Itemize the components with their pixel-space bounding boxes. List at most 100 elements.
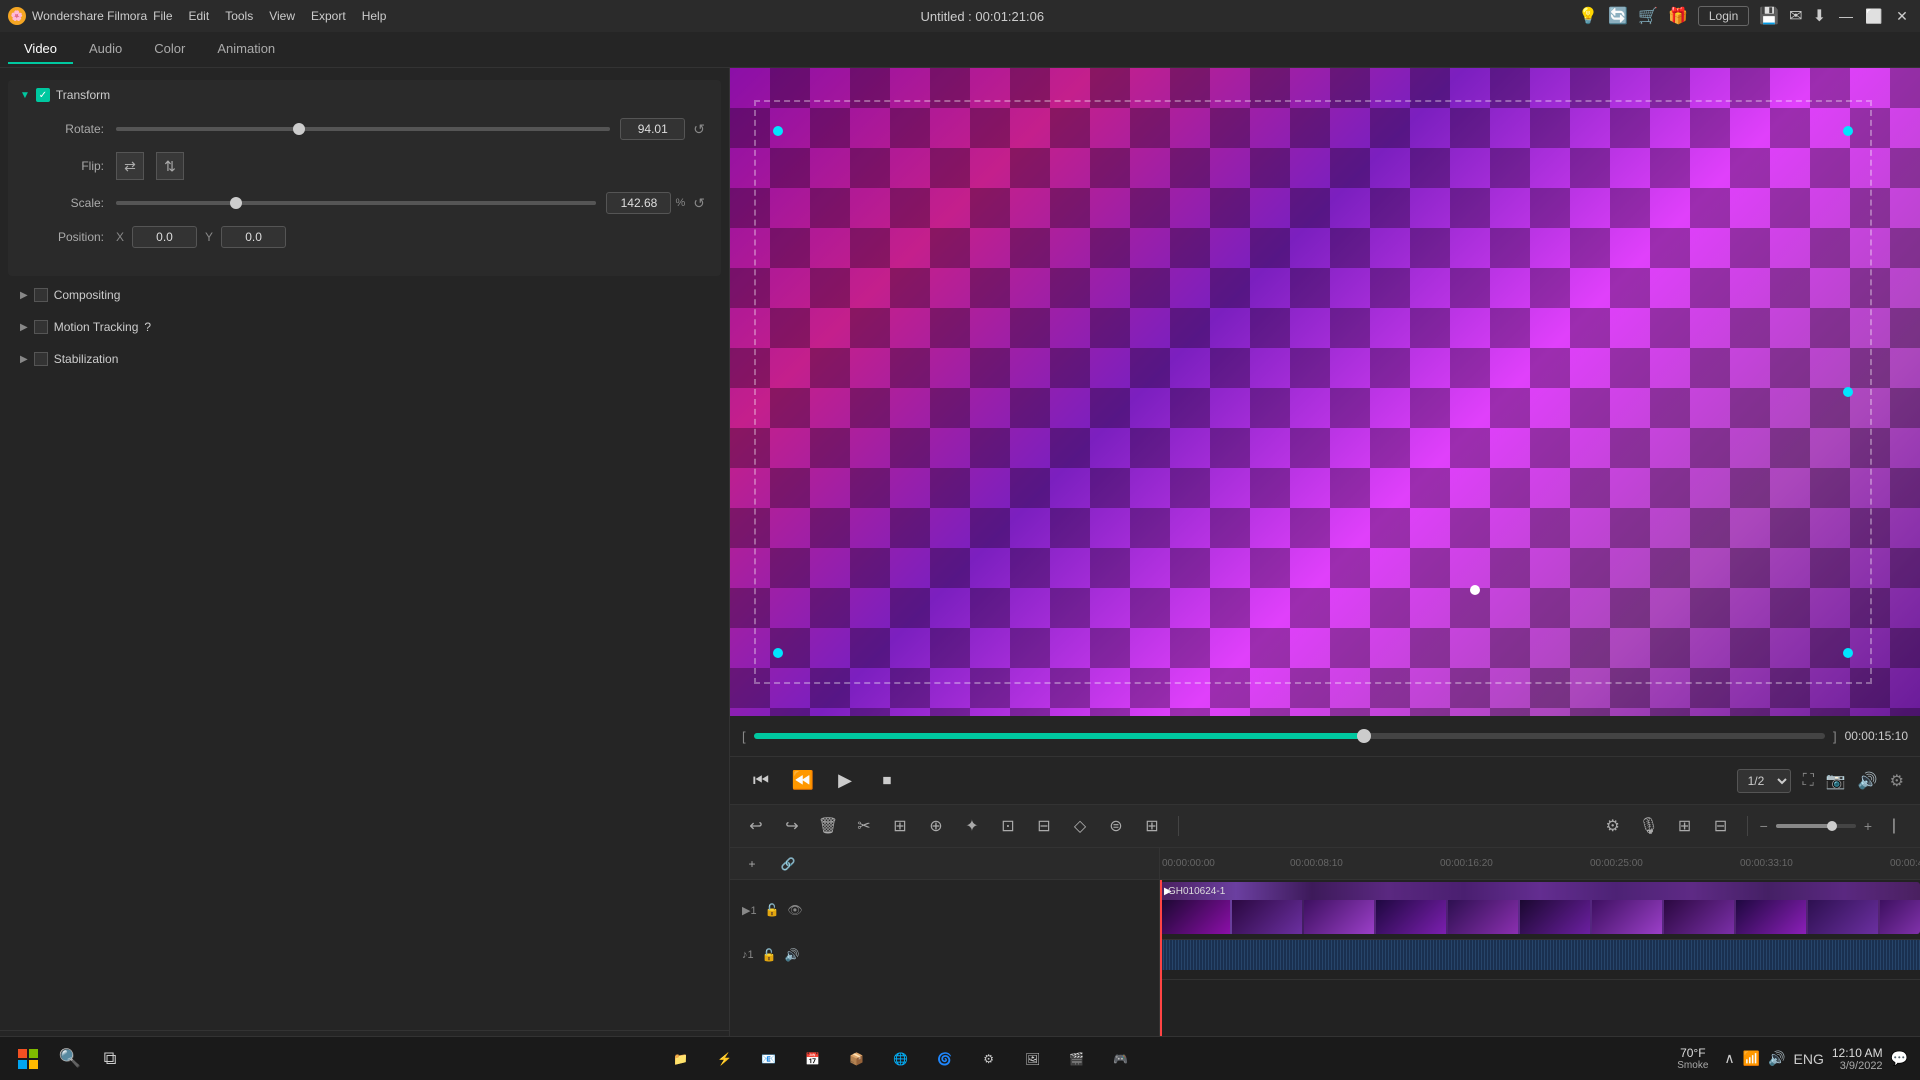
- delete-button[interactable]: 🗑: [814, 812, 842, 840]
- zoom-in-button[interactable]: ⊕: [922, 812, 950, 840]
- gift-icon[interactable]: 🎁: [1668, 6, 1688, 26]
- mixer-icon[interactable]: ⊞: [1671, 812, 1699, 840]
- audio-track-volume-icon[interactable]: 🔊: [785, 948, 800, 962]
- dropbox-app[interactable]: 📦: [837, 1039, 877, 1079]
- photos-app[interactable]: 🖼: [1013, 1039, 1053, 1079]
- progress-track[interactable]: [754, 733, 1825, 739]
- menu-help[interactable]: Help: [362, 9, 387, 23]
- edge-app[interactable]: ⚡: [705, 1039, 745, 1079]
- taskview-button[interactable]: ⧉: [92, 1041, 128, 1077]
- minimize-button[interactable]: —: [1836, 8, 1856, 25]
- start-button[interactable]: [8, 1039, 48, 1079]
- chevron-up-icon[interactable]: ∧: [1724, 1050, 1734, 1067]
- cut-button[interactable]: ✂: [850, 812, 878, 840]
- network-icon[interactable]: 📶: [1743, 1050, 1760, 1067]
- corner-handle-midright[interactable]: [1843, 387, 1853, 397]
- align-button[interactable]: ⊜: [1102, 812, 1130, 840]
- lang-indicator[interactable]: ENG: [1794, 1051, 1824, 1067]
- snapshot-icon[interactable]: 📷: [1826, 771, 1846, 791]
- notifications-icon[interactable]: 💬: [1891, 1050, 1908, 1067]
- menu-file[interactable]: File: [153, 9, 172, 23]
- settings-icon[interactable]: ⚙: [1890, 771, 1904, 791]
- effects-button[interactable]: ✦: [958, 812, 986, 840]
- corner-handle-bottomleft[interactable]: [773, 648, 783, 658]
- menu-export[interactable]: Export: [311, 9, 346, 23]
- scale-value[interactable]: [606, 192, 671, 214]
- step-back-button[interactable]: ⏮: [746, 766, 776, 796]
- mail-icon[interactable]: ✉: [1789, 6, 1802, 26]
- stabilization-header[interactable]: ▶ Stabilization: [8, 344, 721, 374]
- corner-handle-topleft[interactable]: [773, 126, 783, 136]
- menu-view[interactable]: View: [269, 9, 295, 23]
- download-icon[interactable]: ⬇: [1813, 6, 1826, 26]
- audio-track-lock-icon[interactable]: 🔓: [762, 948, 777, 962]
- rotate-slider[interactable]: [116, 127, 610, 131]
- motion-tracking-help-icon[interactable]: ?: [144, 320, 151, 334]
- weather-widget[interactable]: 70°F Smoke: [1677, 1046, 1708, 1071]
- audio-clip[interactable]: [1160, 940, 1920, 970]
- pos-y-input[interactable]: [221, 226, 286, 248]
- rotate-reset-icon[interactable]: ↺: [693, 121, 705, 138]
- filmora-app[interactable]: 🎬: [1057, 1039, 1097, 1079]
- volume-icon[interactable]: 🔊: [1858, 771, 1878, 791]
- video-track-lock-icon[interactable]: 🔓: [765, 903, 780, 917]
- crop-button[interactable]: ⊞: [886, 812, 914, 840]
- motion-tracking-checkbox[interactable]: [34, 320, 48, 334]
- menu-tools[interactable]: Tools: [225, 9, 253, 23]
- edge2-app[interactable]: 🌀: [925, 1039, 965, 1079]
- tab-audio[interactable]: Audio: [73, 35, 138, 64]
- video-track-visibility-icon[interactable]: 👁: [788, 903, 803, 917]
- flip-vertical-button[interactable]: ⇅: [156, 152, 184, 180]
- corner-handle-topright[interactable]: [1843, 126, 1853, 136]
- search-taskbar-button[interactable]: 🔍: [52, 1041, 88, 1077]
- video-clip[interactable]: ▶ GH010624-1: [1160, 882, 1920, 934]
- settings2-icon[interactable]: ⚙: [1599, 812, 1627, 840]
- volume-sys-icon[interactable]: 🔊: [1768, 1050, 1785, 1067]
- system-clock[interactable]: 12:10 AM 3/9/2022: [1832, 1046, 1883, 1072]
- audio-track-content[interactable]: [1160, 940, 1920, 979]
- bracket-right-icon[interactable]: ]: [1833, 729, 1837, 744]
- tab-color[interactable]: Color: [138, 35, 201, 64]
- corner-handle-bottomright[interactable]: [1843, 648, 1853, 658]
- compositing-header[interactable]: ▶ Compositing: [8, 280, 721, 310]
- explorer-app[interactable]: 📁: [661, 1039, 701, 1079]
- fullscreen-icon[interactable]: ⛶: [1803, 772, 1814, 790]
- scale-slider[interactable]: [116, 201, 596, 205]
- gamepass-app[interactable]: 🎮: [1101, 1039, 1141, 1079]
- audio-icon[interactable]: 🎙: [1635, 812, 1663, 840]
- bracket-left-icon[interactable]: [: [742, 729, 746, 744]
- play-button[interactable]: ▶: [830, 766, 860, 796]
- zoom-minus-icon[interactable]: −: [1760, 818, 1768, 834]
- rotate-value[interactable]: [620, 118, 685, 140]
- tab-video[interactable]: Video: [8, 35, 73, 64]
- zoom-plus-icon[interactable]: +: [1864, 818, 1872, 834]
- transform-checkbox[interactable]: ✓: [36, 88, 50, 102]
- marker-button[interactable]: ◇: [1066, 812, 1094, 840]
- settings-app[interactable]: ⚙: [969, 1039, 1009, 1079]
- quality-select[interactable]: 1/2 Full 1/4: [1737, 769, 1791, 793]
- lightbulb-icon[interactable]: 💡: [1578, 6, 1598, 26]
- update-icon[interactable]: 🔄: [1608, 6, 1628, 26]
- split-icon[interactable]: ⊟: [1707, 812, 1735, 840]
- pos-x-input[interactable]: [132, 226, 197, 248]
- save-icon[interactable]: 💾: [1759, 6, 1779, 26]
- transition-button[interactable]: ⊡: [994, 812, 1022, 840]
- calendar-app[interactable]: 📅: [793, 1039, 833, 1079]
- flip-horizontal-button[interactable]: ⇄: [116, 152, 144, 180]
- add-video-track-button[interactable]: +: [738, 850, 766, 878]
- scale-reset-icon[interactable]: ↺: [693, 195, 705, 212]
- timeline-ruler[interactable]: 00:00:00:00 00:00:08:10 00:00:16:20 00:0…: [1160, 848, 1920, 880]
- stabilization-checkbox[interactable]: [34, 352, 48, 366]
- video-track-content[interactable]: ▶ GH010624-1: [1160, 880, 1920, 939]
- redo-button[interactable]: ↪: [778, 812, 806, 840]
- maximize-button[interactable]: ⬜: [1864, 8, 1884, 25]
- cart-icon[interactable]: 🛒: [1638, 6, 1658, 26]
- stop-button[interactable]: ⏹: [872, 766, 902, 796]
- undo-button[interactable]: ↩: [742, 812, 770, 840]
- menu-edit[interactable]: Edit: [189, 9, 210, 23]
- chrome-app[interactable]: 🌐: [881, 1039, 921, 1079]
- add-track-button[interactable]: |: [1880, 812, 1908, 840]
- add-audio-track-button[interactable]: 🔗: [774, 850, 802, 878]
- zoom-slider[interactable]: [1776, 824, 1856, 828]
- more-button[interactable]: ⊞: [1138, 812, 1166, 840]
